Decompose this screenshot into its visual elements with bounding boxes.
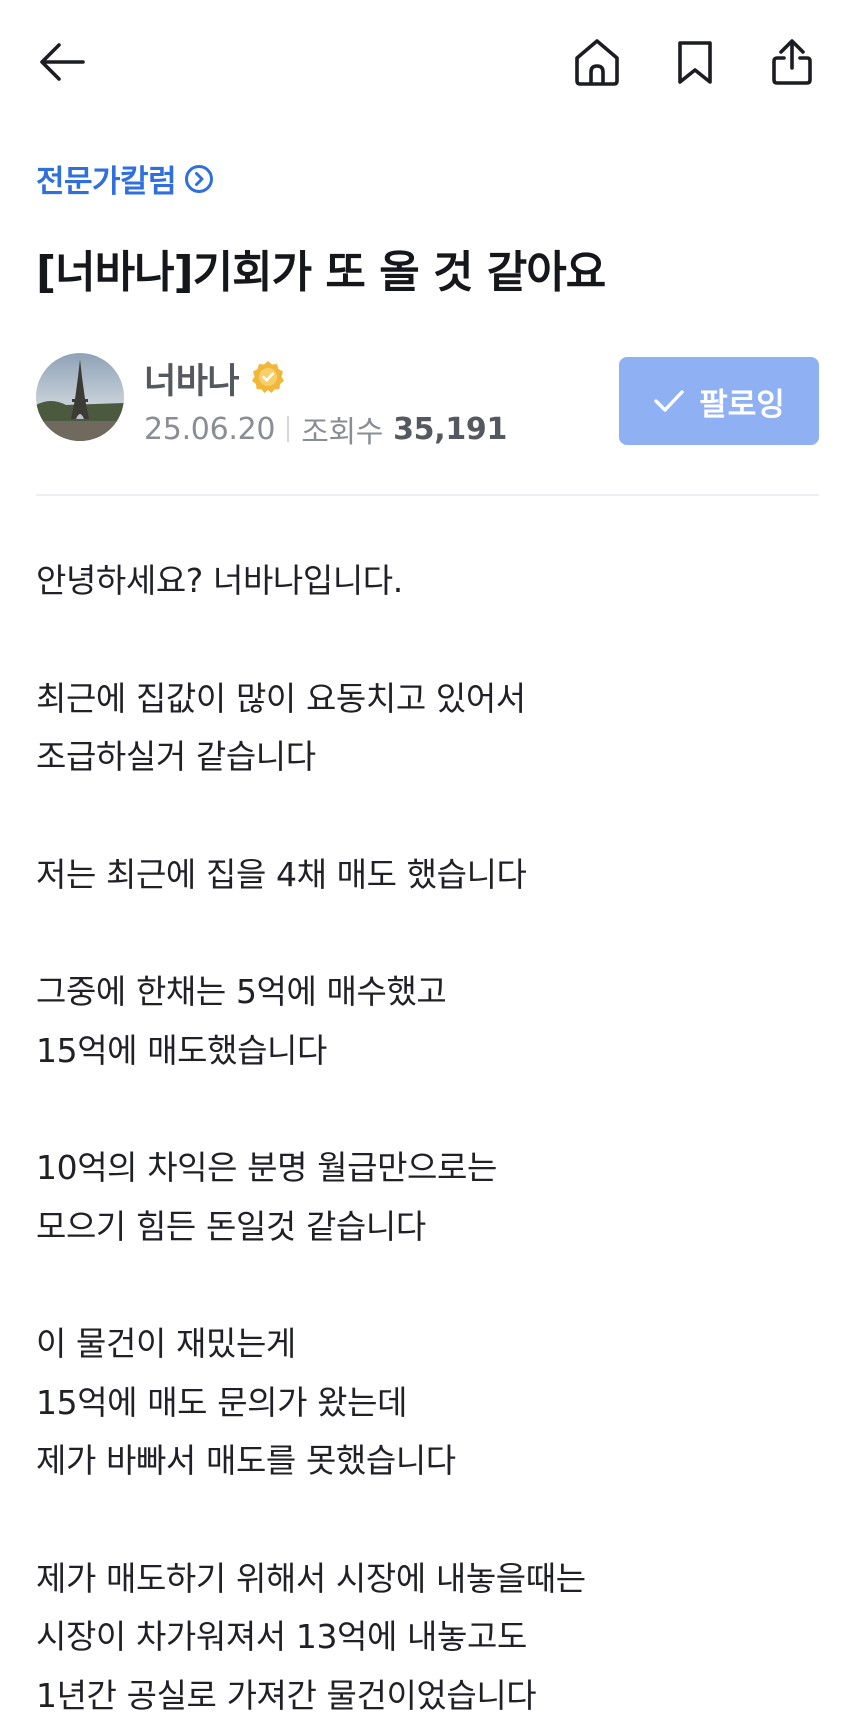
paragraph-gap [36,787,819,846]
views-count: 35,191 [393,412,507,447]
paragraph-gap [36,611,819,670]
body-line: 모으기 힘든 돈일것 같습니다 [36,1198,819,1257]
arrow-left-icon [39,42,85,82]
post-date: 25.06.20 [144,412,275,447]
author-name-row: 너바나 [144,353,285,404]
home-button[interactable] [565,30,629,94]
paragraph-gap [36,1491,819,1550]
back-button[interactable] [30,30,94,94]
body-line: 안녕하세요? 너바나입니다. [36,552,819,611]
body-line: 10억의 차익은 분명 월급만으로는 [36,1139,819,1198]
home-icon [572,37,622,87]
views-label: 조회수 [301,407,383,451]
body-line: 그중에 한채는 5억에 매수했고 [36,963,819,1022]
follow-button[interactable]: 팔로잉 [619,357,819,445]
author-name[interactable]: 너바나 [144,353,239,404]
body-line: 제가 바빠서 매도를 못했습니다 [36,1432,819,1491]
body-line: 15억에 매도 문의가 왔는데 [36,1374,819,1433]
paragraph-gap [36,1256,819,1315]
body-line: 조급하실거 같습니다 [36,728,819,787]
share-icon [770,38,814,86]
chevron-circle-right-icon [184,164,214,194]
body-line: 1년간 공실로 가져간 물건이었습니다 [36,1667,819,1725]
header-divider [36,494,819,496]
avatar[interactable] [36,353,124,441]
article-body: 안녕하세요? 너바나입니다. 최근에 집값이 많이 요동치고 있어서조급하실거 같… [36,552,819,1725]
checkmark-icon [653,388,685,414]
share-button[interactable] [760,30,824,94]
bookmark-icon [675,39,715,85]
article-title: [너바나]기회가 또 올 것 같아요 [36,236,605,300]
follow-label: 팔로잉 [699,379,785,424]
body-line: 최근에 집값이 많이 요동치고 있어서 [36,670,819,729]
body-line: 저는 최근에 집을 4채 매도 했습니다 [36,846,819,905]
body-line: 15억에 매도했습니다 [36,1022,819,1081]
paragraph-gap [36,904,819,963]
body-line: 이 물건이 재밌는게 [36,1315,819,1374]
author-row: 너바나 25.06.20 조회수 35,191 팔로잉 [36,353,819,445]
body-line: 시장이 차가워져서 13억에 내놓고도 [36,1608,819,1667]
verified-badge-icon [251,360,285,398]
category-label: 전문가칼럼 [36,156,176,201]
paragraph-gap [36,1080,819,1139]
bookmark-button[interactable] [663,30,727,94]
top-navigation-bar [0,0,855,130]
body-line: 제가 매도하기 위해서 시장에 내놓을때는 [36,1550,819,1609]
category-link[interactable]: 전문가칼럼 [36,156,214,201]
post-meta: 25.06.20 조회수 35,191 [144,407,507,451]
meta-divider [287,416,289,442]
